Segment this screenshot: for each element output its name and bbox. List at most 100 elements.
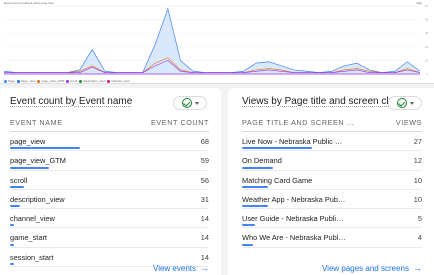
y-tick-label: 50 — [425, 5, 428, 8]
event-row-value: 56 — [200, 175, 209, 185]
page-row-value: 10 — [413, 175, 422, 185]
page-title-column-header: PAGE TITLE AND SCREEN … — [242, 118, 355, 127]
view-pages-label: View pages and screens — [321, 264, 409, 273]
page-row-value: 12 — [413, 156, 422, 166]
page-row[interactable]: User Guide - Nebraska Publi… 5 — [242, 209, 422, 229]
event-count-card: Event count by Event name EVENT NAME EVE… — [0, 88, 221, 275]
event-row-value: 59 — [200, 156, 209, 166]
event-count-column-header: EVENT COUNT — [151, 118, 209, 127]
series-area-page_view — [4, 8, 420, 74]
view-events-link[interactable]: View events → — [153, 263, 209, 274]
page-row-proportion-bar — [242, 147, 312, 150]
page-row-label: Matching Card Game — [242, 175, 313, 185]
overview-chart-card: Event count by Event name over time Day … — [0, 0, 434, 84]
event-row-label: scroll — [10, 175, 28, 185]
caret-down-icon — [194, 101, 199, 105]
event-row-proportion-bar — [10, 185, 24, 188]
legend-label: channel_view — [111, 79, 130, 83]
page-row-label: Who We Are - Nebraska Publ… — [242, 233, 346, 243]
page-rows: Live Now - Nebraska Public … 27 On Demand 1… — [242, 132, 422, 248]
event-row-value: 31 — [200, 194, 209, 204]
event-row-proportion-bar — [10, 243, 15, 246]
page-row-proportion-bar — [242, 185, 268, 188]
series-line-page_view — [3, 7, 421, 73]
caret-down-icon — [409, 101, 414, 105]
page-row-value: 27 — [413, 137, 422, 146]
arrow-right-icon: → — [413, 263, 422, 273]
event-row-label: channel_view — [10, 214, 55, 224]
y-tick-label: 0 — [427, 73, 429, 76]
y-tick-label: 30 — [425, 32, 428, 35]
legend-label: Page — [8, 79, 16, 83]
event-row-label: game_start — [10, 233, 47, 243]
event-row-proportion-bar — [10, 263, 15, 266]
event-row[interactable]: scroll 56 — [10, 171, 209, 190]
page-card-status-button[interactable] — [388, 96, 422, 110]
event-count-over-time-chart: 50 40 30 20 10 0 — [3, 5, 429, 76]
event-card-title[interactable]: Event count by Event name — [10, 96, 132, 107]
view-pages-link[interactable]: View pages and screens → — [321, 263, 422, 274]
event-row-value: 14 — [200, 214, 209, 224]
legend-label: page_view — [21, 79, 36, 83]
check-circle-icon — [181, 98, 192, 108]
legend-swatch — [17, 79, 21, 83]
y-tick-label: 40 — [425, 19, 428, 22]
event-row-proportion-bar — [10, 205, 20, 208]
event-row[interactable]: page_view 68 — [10, 132, 209, 152]
view-events-label: View events — [153, 264, 196, 273]
event-row[interactable]: description_view 31 — [10, 190, 209, 210]
views-column-header: VIEWS — [395, 118, 422, 127]
legend-swatch — [66, 79, 70, 83]
chart-legend: Page page_view page_view_GTM scroll descript… — [4, 79, 129, 83]
page-card-title[interactable]: Views by Page title and screen class — [242, 96, 404, 107]
legend-item: description_view — [79, 79, 105, 83]
event-table-header: EVENT NAME EVENT COUNT — [10, 115, 209, 132]
event-row[interactable]: channel_view 14 — [10, 209, 209, 229]
event-card-status-button[interactable] — [173, 96, 207, 110]
page-row-label: User Guide - Nebraska Publi… — [242, 214, 344, 224]
legend-swatch — [79, 79, 83, 83]
page-views-card: Views by Page title and screen class PAG… — [228, 88, 434, 275]
event-row-value: 14 — [200, 252, 209, 262]
y-tick-label: 10 — [425, 59, 428, 62]
page-row-value: 5 — [417, 214, 422, 224]
page-row-proportion-bar — [242, 166, 273, 169]
page-row-proportion-bar — [242, 205, 268, 208]
page-row-proportion-bar — [242, 243, 253, 246]
event-row-value: 68 — [200, 137, 209, 146]
page-row-proportion-bar — [242, 224, 256, 227]
event-row[interactable]: game_start 14 — [10, 228, 209, 248]
page-row-label: Live Now - Nebraska Public … — [242, 137, 343, 146]
arrow-right-icon: → — [200, 263, 209, 273]
page-row[interactable]: Who We Are - Nebraska Publ… 4 — [242, 228, 422, 248]
legend-label: description_view — [83, 79, 106, 83]
page-row[interactable]: Matching Card Game 10 — [242, 171, 422, 190]
event-row-label: session_start — [10, 252, 54, 262]
event-rows: page_view 68 page_view_GTM 59 scroll 56 descri… — [10, 132, 209, 268]
page-row[interactable]: Weather App - Nebraska Pub… 10 — [242, 190, 422, 210]
event-row[interactable]: page_view_GTM 59 — [10, 151, 209, 171]
event-row-proportion-bar — [10, 224, 15, 227]
legend-label: page_view_GTM — [41, 79, 65, 83]
legend-item: Page — [4, 79, 15, 83]
check-circle-icon — [396, 98, 407, 108]
legend-item: scroll — [66, 79, 77, 83]
event-row-proportion-bar — [10, 147, 80, 150]
y-tick-label: 20 — [425, 46, 428, 49]
legend-swatch — [107, 79, 111, 83]
page-row-value: 4 — [417, 233, 422, 243]
page-row[interactable]: On Demand 12 — [242, 151, 422, 171]
legend-swatch — [37, 79, 41, 83]
event-row-label: description_view — [10, 194, 65, 204]
page-table-header: PAGE TITLE AND SCREEN … VIEWS — [242, 115, 422, 132]
page-row[interactable]: Live Now - Nebraska Public … 27 — [242, 132, 422, 152]
event-row-proportion-bar — [10, 166, 49, 169]
legend-item: page_view — [17, 79, 35, 83]
event-row-label: page_view — [10, 137, 46, 146]
event-name-column-header: EVENT NAME — [10, 118, 63, 127]
legend-item: page_view_GTM — [37, 79, 64, 83]
page-row-value: 10 — [413, 194, 422, 204]
page-row-label: Weather App - Nebraska Pub… — [242, 194, 346, 204]
legend-swatch — [4, 79, 7, 83]
event-row-label: page_view_GTM — [10, 156, 66, 166]
